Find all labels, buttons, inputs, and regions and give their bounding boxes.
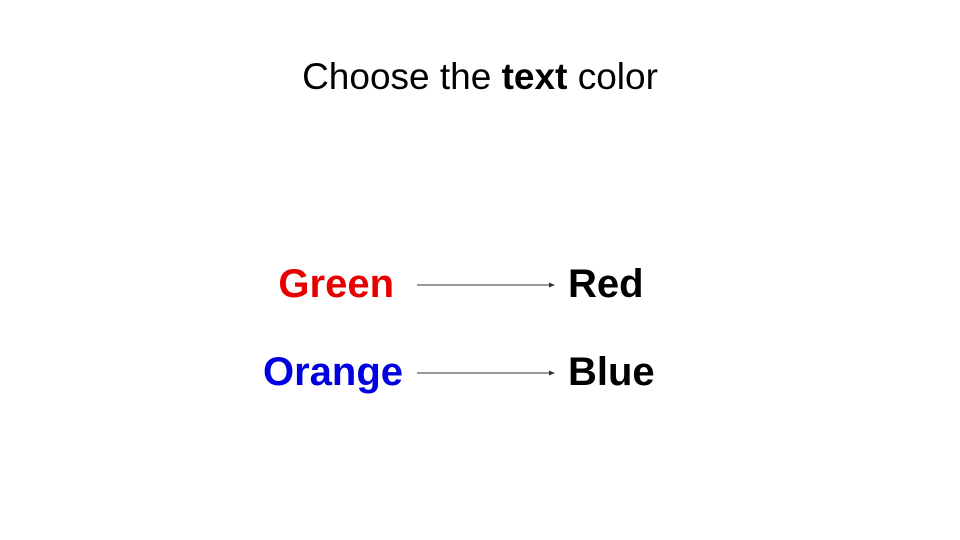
title-prefix: Choose the <box>302 56 502 97</box>
pair-row-1: Green Red <box>0 259 960 309</box>
pair-1-right-word[interactable]: Red <box>568 259 644 309</box>
arrow-right-icon <box>417 282 555 288</box>
pair-2-left-word[interactable]: Orange <box>203 347 403 397</box>
arrow-right-icon <box>417 370 555 376</box>
slide: Choose the text color Green Red Orange B… <box>0 0 960 540</box>
title-suffix: color <box>567 56 658 97</box>
slide-title: Choose the text color <box>0 56 960 98</box>
pair-2-right-word[interactable]: Blue <box>568 347 655 397</box>
pair-row-2: Orange Blue <box>0 347 960 397</box>
title-emphasis: text <box>501 56 568 97</box>
pair-1-left-word[interactable]: Green <box>194 259 394 309</box>
